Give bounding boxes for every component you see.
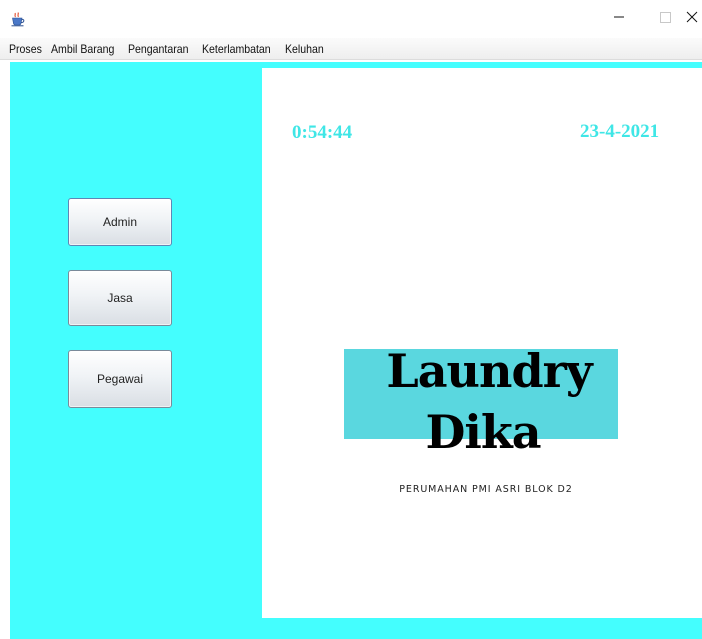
close-icon (686, 10, 698, 28)
minimize-icon (613, 10, 625, 28)
menu-keluhan[interactable]: Keluhan (285, 42, 324, 56)
menu-keterlambatan[interactable]: Keterlambatan (202, 42, 271, 56)
logo-title-line1: Laundry (386, 344, 592, 398)
home-panel: 0:54:44 23-4-2021 Laundry Dika PERUMAHAN… (262, 68, 702, 618)
pegawai-button[interactable]: Pegawai (68, 350, 172, 408)
application-window: Proses Ambil Barang Pengantaran Keterlam… (0, 0, 702, 639)
admin-button[interactable]: Admin (68, 198, 172, 246)
main-content: Admin Jasa Pegawai 0:54:44 23-4-2021 Lau… (10, 62, 702, 639)
close-button[interactable] (686, 0, 702, 38)
menu-pengantaran[interactable]: Pengantaran (128, 42, 188, 56)
date-label: 23-4-2021 (580, 121, 660, 142)
clock-label: 0:54:44 (292, 122, 353, 143)
minimize-button[interactable] (596, 0, 642, 38)
menu-bar: Proses Ambil Barang Pengantaran Keterlam… (0, 38, 702, 60)
maximize-icon (659, 10, 671, 28)
logo-title-line2: Dika (425, 405, 541, 459)
menu-ambil-barang[interactable]: Ambil Barang (51, 42, 114, 56)
jasa-button[interactable]: Jasa (68, 270, 172, 326)
title-bar[interactable] (0, 0, 702, 38)
menu-proses[interactable]: Proses (9, 42, 42, 56)
address-label: PERUMAHAN PMI ASRI BLOK D2 (399, 484, 573, 495)
maximize-button[interactable] (642, 0, 688, 38)
java-coffee-cup-icon (10, 11, 26, 27)
